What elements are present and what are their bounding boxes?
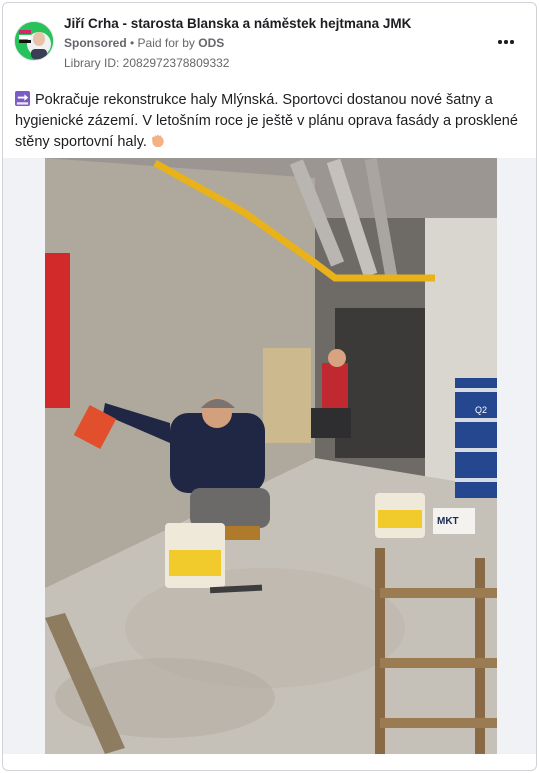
soon-arrow-icon (15, 91, 30, 106)
sponsored-label: Sponsored (64, 36, 127, 50)
renovation-photo: Q2 MKT (45, 158, 497, 754)
waving-hand-icon (152, 134, 164, 148)
more-options-icon[interactable] (494, 34, 518, 50)
library-id: Library ID: 2082972378809332 (64, 56, 230, 70)
avatar-image (15, 22, 53, 60)
post-photo-frame: Q2 MKT (3, 158, 536, 754)
bag-label-q2: Q2 (475, 405, 487, 415)
sponsor-line: Sponsored • Paid for by ODS (64, 36, 224, 50)
separator: • (126, 36, 138, 50)
paid-for-prefix: Paid for by (137, 36, 199, 50)
page-name[interactable]: Jiří Crha - starosta Blanska a náměstek … (64, 16, 411, 31)
post-photo[interactable]: Q2 MKT (45, 158, 497, 754)
paid-for-by[interactable]: ODS (198, 36, 224, 50)
box-label-mkt: MKT (437, 516, 459, 527)
post-header: Jiří Crha - starosta Blanska a náměstek … (3, 3, 536, 83)
ad-card: Jiří Crha - starosta Blanska a náměstek … (2, 2, 537, 771)
page-avatar[interactable] (14, 21, 54, 61)
post-body: Pokračuje rekonstrukce haly Mlýnská. Spo… (15, 92, 518, 150)
post-text: Pokračuje rekonstrukce haly Mlýnská. Spo… (15, 90, 527, 153)
